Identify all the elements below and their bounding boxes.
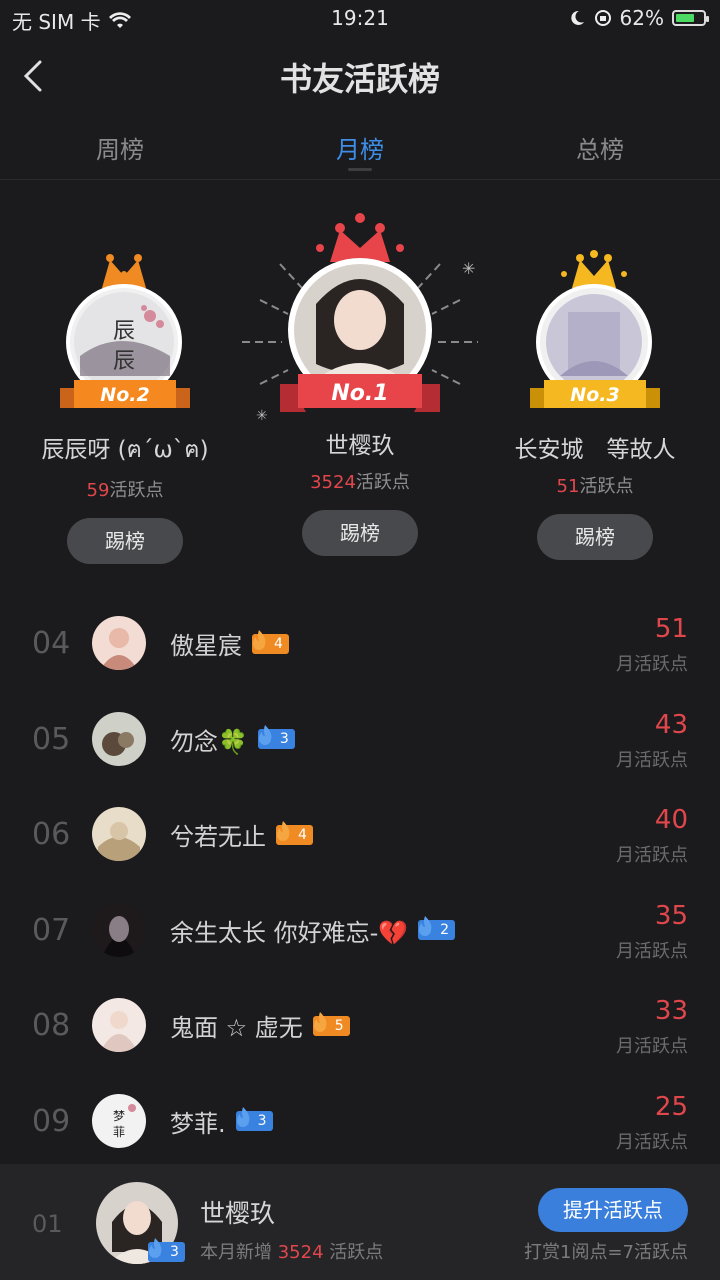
level-badge: 4 xyxy=(276,820,313,845)
avatar-frame-2[interactable]: 辰 辰 No.2 xyxy=(20,246,230,426)
list-item[interactable]: 08 鬼面 ☆ 虚无 5 33 月活跃点 xyxy=(0,978,720,1074)
svg-text:✳: ✳ xyxy=(462,259,475,278)
kick-button-2[interactable]: 踢榜 xyxy=(67,518,183,564)
user-name[interactable]: 鬼面 ☆ 虚无 xyxy=(170,1008,303,1043)
list-item[interactable]: 05 勿念🍀 3 43 月活跃点 xyxy=(0,692,720,788)
moon-icon xyxy=(570,10,584,25)
kick-button-1[interactable]: 踢榜 xyxy=(302,510,418,556)
battery-icon xyxy=(672,10,709,26)
level-badge: 2 xyxy=(418,916,456,940)
rotation-lock-icon xyxy=(594,10,611,26)
activity-value: 43 xyxy=(654,709,688,740)
level-badge: 3 xyxy=(235,1107,273,1131)
avatar-frame-3[interactable]: No.3 xyxy=(490,246,700,426)
podium-rank-2: 辰 辰 No.2 辰辰呀 (ฅ´ω`ฅ) 59活跃点 踢榜 xyxy=(20,246,230,564)
user-name[interactable]: 梦菲. xyxy=(170,1104,226,1139)
flame-icon xyxy=(313,1011,327,1032)
svg-text:辰: 辰 xyxy=(113,349,135,374)
crown-icon xyxy=(572,260,616,288)
list-item[interactable]: 09 梦菲 梦菲. 3 25 月活跃点 xyxy=(0,1074,720,1170)
svg-text:No.3: No.3 xyxy=(570,384,619,406)
list-item[interactable]: 07 余生太长 你好难忘-💔 2 35 月活跃点 xyxy=(0,883,720,979)
avatar[interactable] xyxy=(92,616,146,670)
activity-label: 月活跃点 xyxy=(616,749,688,771)
podium-name-1[interactable]: 世樱玖 xyxy=(240,426,480,460)
level-badge: 3 xyxy=(257,725,295,749)
tab-total[interactable]: 总榜 xyxy=(520,130,680,165)
tab-monthly[interactable]: 月榜 xyxy=(280,130,440,165)
podium-points-2: 59活跃点 xyxy=(86,480,164,501)
activity-label: 月活跃点 xyxy=(616,1131,688,1153)
podium-rank-1: ✳ ✳ No.1 世樱玖 3524活跃点 踢榜 xyxy=(240,208,480,556)
flame-icon xyxy=(149,1238,162,1258)
podium-points-1: 3524活跃点 xyxy=(310,472,410,493)
avatar[interactable]: 梦菲 xyxy=(92,1093,146,1148)
page-title: 书友活跃榜 xyxy=(279,60,440,98)
podium-name-2[interactable]: 辰辰呀 (ฅ´ω`ฅ) xyxy=(20,430,230,468)
flame-icon xyxy=(258,725,272,745)
rank-number: 07 xyxy=(32,912,71,948)
ranking-list: 04 傲星宸 4 51 月活跃点 05 勿念🍀 3 43 月活跃点 06 兮若无… xyxy=(0,596,720,1169)
my-monthly-points: 本月新增 3524 活跃点 xyxy=(200,1242,384,1263)
tab-weekly[interactable]: 周榜 xyxy=(40,130,200,165)
avatar-calligraphy: 辰 xyxy=(113,319,135,344)
user-name[interactable]: 余生太长 你好难忘-💔 xyxy=(170,913,408,948)
crown-icon xyxy=(330,230,390,262)
flame-icon xyxy=(277,820,290,841)
activity-label: 月活跃点 xyxy=(616,940,688,962)
avatar[interactable] xyxy=(92,998,146,1052)
my-rank-bar: 01 3 世樱玖 本月新增 3524 活跃点 提升活跃点 打赏1阅点=7活跃点 xyxy=(0,1164,720,1280)
flame-icon xyxy=(253,629,266,650)
tab-indicator xyxy=(348,168,372,171)
activity-label: 月活跃点 xyxy=(616,1036,688,1057)
activity-label: 月活跃点 xyxy=(616,654,688,675)
kick-button-3[interactable]: 踢榜 xyxy=(537,514,653,560)
user-name[interactable]: 勿念🍀 xyxy=(170,722,248,757)
flame-icon xyxy=(419,916,432,936)
list-item[interactable]: 06 兮若无止 4 40 月活跃点 xyxy=(0,787,720,883)
avatar[interactable] xyxy=(92,711,146,766)
activity-value: 33 xyxy=(654,996,688,1026)
level-badge: 4 xyxy=(252,629,289,654)
podium-name-3[interactable]: 长安城 等故人 xyxy=(490,430,700,464)
activity-value: 25 xyxy=(654,1091,688,1122)
my-name: 世樱玖 xyxy=(200,1199,276,1228)
rank-number: 09 xyxy=(32,1103,71,1139)
reward-note: 打赏1阅点=7活跃点 xyxy=(524,1242,688,1263)
user-name[interactable]: 兮若无止 xyxy=(170,817,266,852)
activity-value: 40 xyxy=(654,805,688,835)
boost-activity-button[interactable]: 提升活跃点 xyxy=(538,1188,688,1232)
status-bar: 无 SIM 卡 19:21 62% xyxy=(0,0,720,36)
activity-value: 51 xyxy=(654,614,688,644)
rank-number: 08 xyxy=(32,1008,71,1043)
svg-text:No.2: No.2 xyxy=(100,384,149,406)
level-badge: 5 xyxy=(312,1011,350,1036)
user-name[interactable]: 傲星宸 xyxy=(170,626,242,661)
battery-percent: 62% xyxy=(619,6,664,30)
podium-points-3: 51活跃点 xyxy=(556,476,634,497)
activity-value: 35 xyxy=(654,900,688,931)
avatar[interactable] xyxy=(92,807,146,861)
svg-text:梦: 梦 xyxy=(113,1109,125,1123)
svg-text:✳: ✳ xyxy=(256,408,268,424)
activity-label: 月活跃点 xyxy=(616,845,688,866)
avatar-frame-1[interactable]: ✳ ✳ No.1 xyxy=(240,208,480,428)
svg-text:No.1: No.1 xyxy=(331,381,388,406)
podium-rank-3: No.3 长安城 等故人 51活跃点 踢榜 xyxy=(490,246,700,560)
flame-icon xyxy=(236,1107,250,1127)
nav-header: 书友活跃榜 xyxy=(0,36,720,116)
avatar[interactable] xyxy=(92,902,146,957)
top-three-podium: 辰 辰 No.2 辰辰呀 (ฅ´ω`ฅ) 59活跃点 踢榜 ✳ ✳ No.1 世… xyxy=(0,200,720,564)
rank-number: 06 xyxy=(32,817,71,852)
rank-number: 05 xyxy=(32,721,71,757)
rank-number: 04 xyxy=(32,626,71,661)
my-rank-number: 01 xyxy=(32,1210,63,1238)
svg-text:菲: 菲 xyxy=(113,1125,125,1139)
my-level-badge: 3 xyxy=(148,1238,185,1262)
list-item[interactable]: 04 傲星宸 4 51 月活跃点 xyxy=(0,596,720,692)
